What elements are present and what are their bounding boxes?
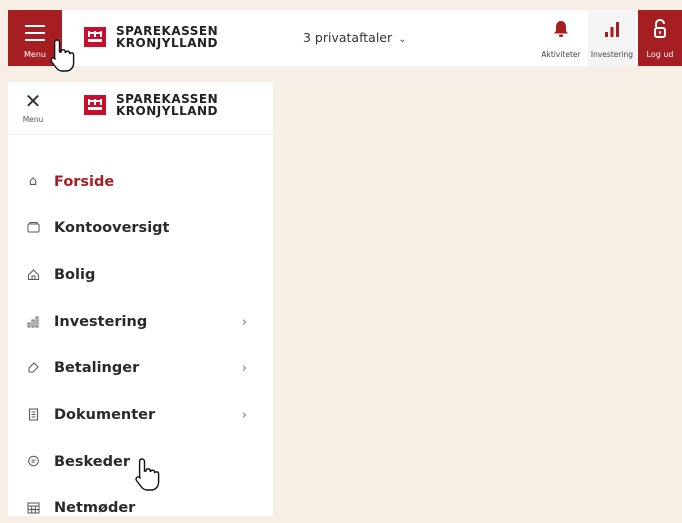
chart-bars-icon bbox=[26, 315, 40, 329]
nav-item-betalinger[interactable]: Betalinger › bbox=[8, 353, 273, 383]
crown-logo-icon bbox=[84, 95, 106, 115]
bell-icon bbox=[554, 21, 568, 37]
activities-button[interactable]: Aktiviteter bbox=[536, 10, 586, 66]
chat-bubble-icon bbox=[26, 455, 40, 469]
top-bar: Menu SPAREKASSEN KRONJYLLAND 3 privataft… bbox=[8, 10, 682, 66]
hand-cursor-icon bbox=[135, 458, 160, 491]
logo-text-line2: KRONJYLLAND bbox=[116, 104, 219, 118]
house-icon bbox=[26, 268, 40, 282]
hand-cursor-icon bbox=[50, 39, 75, 72]
nav-item-label: Forside bbox=[54, 174, 115, 190]
nav-item-label: Bolig bbox=[54, 267, 96, 283]
logo-text-line2: KRONJYLLAND bbox=[116, 36, 219, 50]
chevron-down-icon: ⌄ bbox=[398, 34, 407, 45]
nav-item-label: Netmøder bbox=[54, 500, 136, 516]
wallet-icon bbox=[26, 221, 40, 235]
chevron-right-icon: › bbox=[241, 360, 247, 376]
nav-item-netmoder[interactable]: Netmøder bbox=[8, 493, 273, 523]
investing-label: Investering bbox=[590, 50, 634, 59]
tag-icon bbox=[26, 361, 40, 375]
chevron-right-icon: › bbox=[241, 407, 247, 423]
bar-chart-icon bbox=[605, 22, 619, 37]
calendar-icon bbox=[26, 501, 40, 515]
bank-logo[interactable]: SPAREKASSEN KRONJYLLAND bbox=[84, 25, 218, 49]
logout-label: Log ud bbox=[646, 50, 674, 59]
hamburger-icon bbox=[25, 25, 45, 46]
nav-item-dokumenter[interactable]: Dokumenter › bbox=[8, 400, 273, 430]
nav-item-kontooversigt[interactable]: Kontooversigt bbox=[8, 213, 273, 243]
side-menu-logo[interactable]: SPAREKASSEN KRONJYLLAND bbox=[84, 93, 218, 117]
agreements-label: 3 privataftaler bbox=[303, 30, 393, 45]
side-menu-header: ✕ Menu SPAREKASSEN KRONJYLLAND bbox=[8, 82, 273, 135]
side-menu: ✕ Menu SPAREKASSEN KRONJYLLAND ⌂ Forside… bbox=[8, 82, 273, 516]
nav-item-label: Investering bbox=[54, 314, 148, 330]
nav-item-investering[interactable]: Investering › bbox=[8, 307, 273, 337]
home-icon: ⌂ bbox=[28, 174, 38, 189]
crown-logo-icon bbox=[84, 27, 106, 47]
agreements-dropdown[interactable]: 3 privataftaler ⌄ bbox=[303, 10, 407, 66]
padlock-open-icon bbox=[654, 19, 666, 38]
close-icon[interactable]: ✕ bbox=[18, 90, 48, 112]
investing-button[interactable]: Investering bbox=[588, 10, 636, 66]
document-icon bbox=[26, 408, 40, 422]
nav-item-bolig[interactable]: Bolig bbox=[8, 260, 273, 290]
activities-label: Aktiviteter bbox=[541, 50, 581, 59]
chevron-right-icon: › bbox=[241, 314, 247, 330]
nav-item-label: Kontooversigt bbox=[54, 220, 170, 236]
nav-item-label: Dokumenter bbox=[54, 407, 156, 423]
close-menu-label: Menu bbox=[22, 115, 44, 124]
nav-item-label: Betalinger bbox=[54, 360, 140, 376]
nav-item-forside[interactable]: ⌂ Forside bbox=[8, 167, 273, 197]
logout-button[interactable]: Log ud bbox=[638, 10, 682, 66]
nav-item-label: Beskeder bbox=[54, 454, 130, 470]
